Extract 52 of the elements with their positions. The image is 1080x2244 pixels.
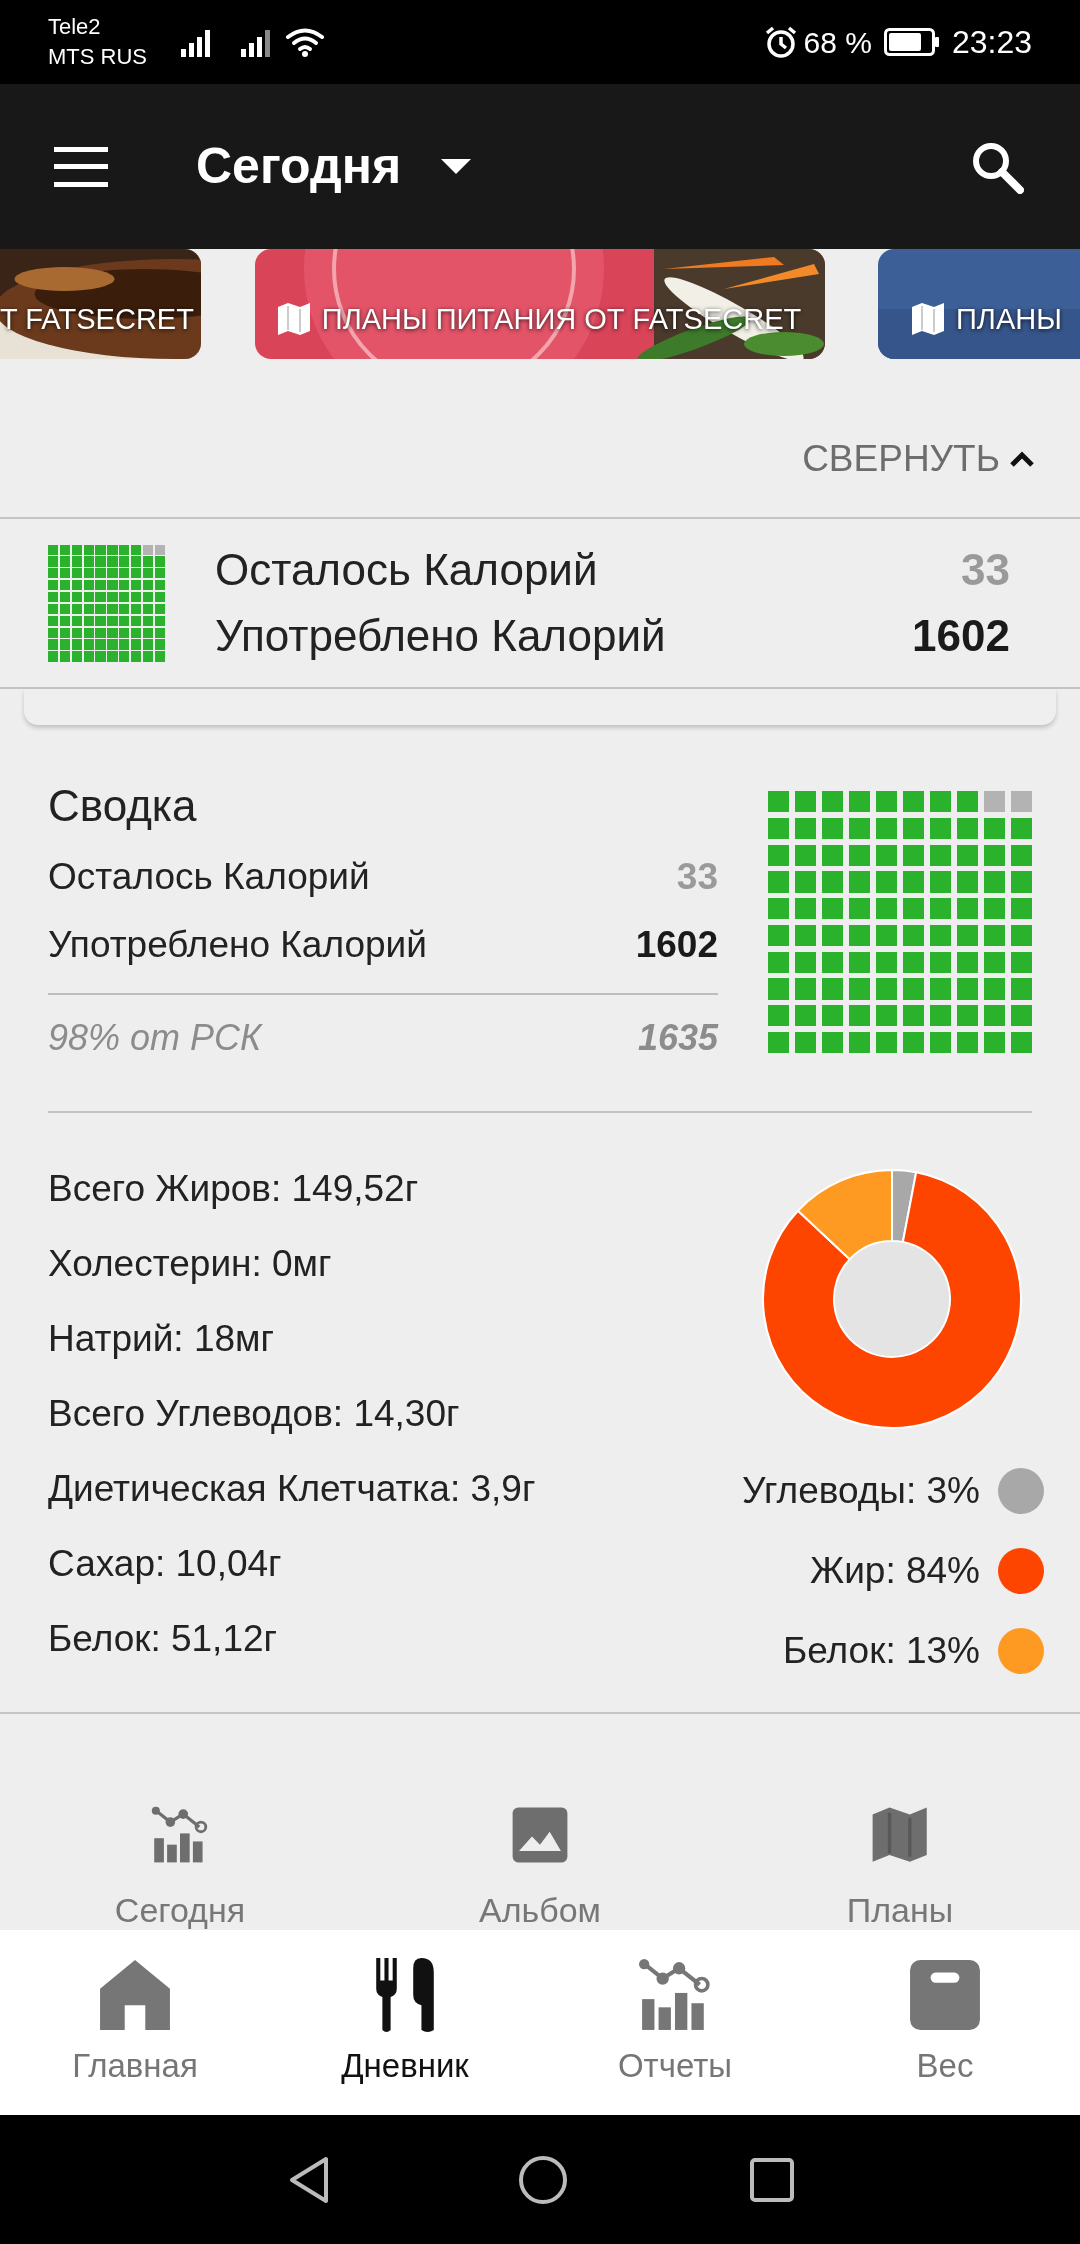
legend-label: Углеводы: 3%	[742, 1469, 980, 1514]
nutrient-text: Белок: 51,12г	[48, 1616, 278, 1661]
chevron-up-icon	[1010, 450, 1034, 467]
recents-icon[interactable]	[750, 2157, 794, 2202]
calorie-value: 1602	[912, 610, 1010, 662]
shortcut-button[interactable]: Альбом	[360, 1714, 720, 1930]
battery-icon	[883, 28, 940, 56]
carrier-name: MTS RUS	[48, 43, 147, 71]
nutrient-text: Диетическая Клетчатка: 3,9г	[48, 1466, 536, 1511]
nutrient-text: Натрий: 18мг	[48, 1316, 274, 1361]
shortcut-button[interactable]: Планы	[720, 1714, 1080, 1930]
chart-icon	[638, 1958, 712, 2032]
nutrient-text: Сахар: 10,04г	[48, 1541, 282, 1586]
banner-card[interactable]: T FATSECRET	[0, 249, 201, 359]
calorie-label: Осталось Калорий	[215, 544, 598, 596]
nav-tab[interactable]: Главная	[0, 1930, 270, 2115]
calorie-label: Употреблено Калорий	[48, 923, 427, 968]
map-icon	[912, 303, 944, 336]
wifi-icon	[285, 27, 325, 57]
calorie-label: Осталось Калорий	[48, 855, 370, 900]
map-icon	[277, 303, 310, 336]
nav-tab[interactable]: Дневник	[270, 1930, 540, 2115]
legend-label: Белок: 13%	[783, 1629, 980, 1674]
banner-label: ПЛАНЫ	[956, 301, 1062, 337]
alarm-icon	[763, 25, 798, 59]
goal-value: 1635	[637, 1016, 718, 1060]
nutrient-text: Всего Углеводов: 14,30г	[48, 1391, 460, 1436]
scale-icon	[908, 1958, 982, 2032]
back-icon[interactable]	[288, 2154, 330, 2205]
goal-percent: 98% от РСК	[48, 1016, 262, 1060]
battery-percent: 68 %	[803, 24, 872, 61]
calorie-label: Употреблено Калорий	[215, 610, 666, 662]
section-title: Сводка	[48, 781, 198, 831]
caret-icon	[441, 159, 472, 174]
date-dropdown[interactable]: Сегодня	[196, 129, 472, 204]
home-icon[interactable]	[518, 2154, 568, 2205]
calorie-value: 33	[961, 544, 1010, 596]
menu-button[interactable]	[54, 146, 108, 187]
banner-card[interactable]: ПЛАНЫ	[878, 249, 1080, 359]
nutrient-text: Всего Жиров: 149,52г	[48, 1166, 419, 1211]
calorie-value: 1602	[635, 923, 718, 968]
house-icon	[98, 1958, 172, 2032]
nutrient-text: Холестерин: 0мг	[48, 1241, 332, 1286]
clock-time: 23:23	[951, 23, 1032, 62]
shortcut-button[interactable]: Сегодня	[0, 1714, 360, 1930]
carrier-name: Tele2	[48, 13, 102, 41]
calorie-value: 33	[676, 855, 718, 900]
collapse-button[interactable]: СВЕРНУТЬ	[802, 431, 1034, 487]
legend-label: Жир: 84%	[809, 1549, 980, 1594]
banner-label: T FATSECRET	[0, 301, 194, 337]
nav-tab[interactable]: Отчеты	[540, 1930, 810, 2115]
nav-tab[interactable]: Вес	[810, 1930, 1080, 2115]
